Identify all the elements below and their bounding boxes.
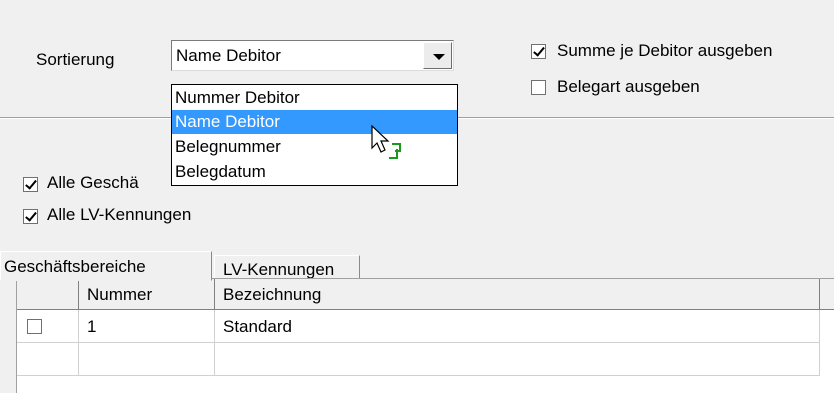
all-lv-ids-checkbox[interactable] (23, 209, 38, 224)
column-header-nummer[interactable]: Nummer (79, 279, 215, 310)
sum-per-debtor-checkbox[interactable] (531, 44, 546, 59)
business-areas-table[interactable]: Nummer Bezeichnung 1 Standard (16, 278, 834, 393)
sort-combobox[interactable]: Name Debitor (171, 40, 454, 71)
sum-per-debtor-label: Summe je Debitor ausgeben (557, 41, 773, 60)
table-row-empty (79, 343, 215, 376)
column-header-bezeichnung[interactable]: Bezeichnung (215, 279, 820, 310)
all-lv-ids-label: Alle LV-Kennungen (47, 205, 192, 224)
column-header-filler (820, 279, 834, 310)
sort-option-belegnummer[interactable]: Belegnummer (172, 135, 457, 159)
table-row-empty (215, 343, 820, 376)
tab-label: LV-Kennungen (223, 260, 335, 279)
row-checkbox[interactable] (27, 319, 42, 334)
document-type-label: Belegart ausgeben (557, 77, 700, 96)
all-business-areas-label: Alle Geschä (47, 173, 139, 192)
sort-dropdown-list[interactable]: Nummer Debitor Name Debitor Belegnummer … (171, 84, 458, 186)
column-header-select[interactable] (17, 279, 79, 310)
table-cell-number[interactable]: 1 (79, 310, 215, 343)
sort-combobox-value: Name Debitor (176, 46, 281, 65)
sort-option-name-debitor[interactable]: Name Debitor (172, 110, 457, 134)
chevron-down-icon (433, 54, 445, 60)
table-cell-name[interactable]: Standard (215, 310, 820, 343)
sort-option-nummer-debitor[interactable]: Nummer Debitor (172, 86, 457, 110)
sort-option-belegdatum[interactable]: Belegdatum (172, 160, 457, 184)
table-row-empty (17, 343, 79, 376)
tab-geschaeftsbereiche[interactable]: Geschäftsbereiche (0, 251, 212, 281)
tab-label: Geschäftsbereiche (4, 257, 146, 276)
table-row-select-cell[interactable] (17, 310, 79, 343)
document-type-checkbox[interactable] (531, 80, 546, 95)
sort-label: Sortierung (36, 50, 115, 69)
dropdown-button[interactable] (423, 42, 452, 69)
cursor-icon (371, 124, 401, 159)
all-business-areas-checkbox[interactable] (23, 177, 38, 192)
